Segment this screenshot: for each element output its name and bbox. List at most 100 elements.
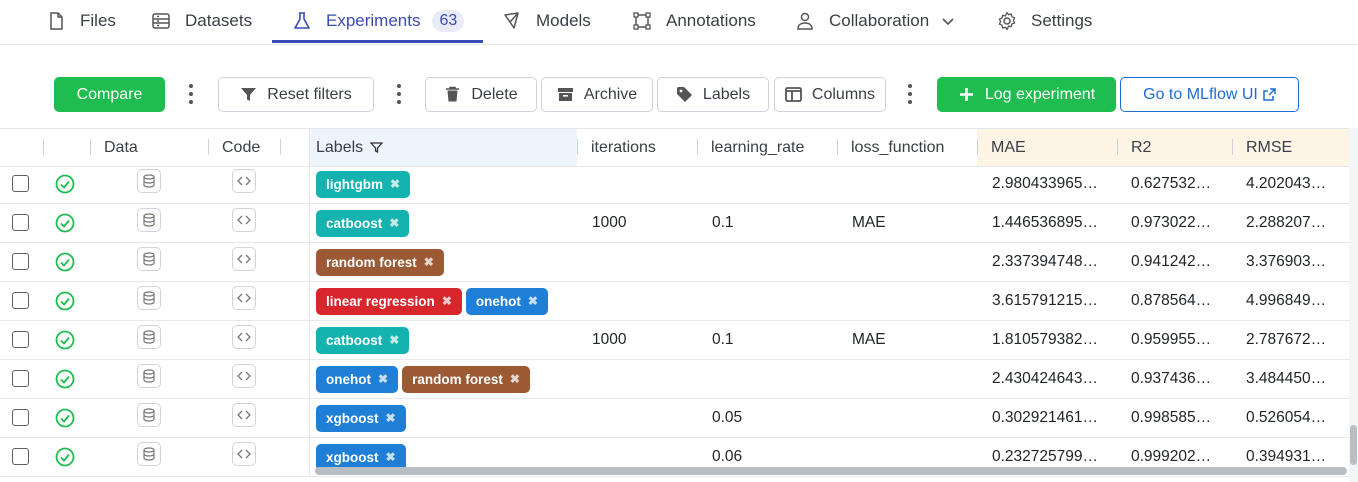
mlflow-link-button[interactable]: Go to MLflow UI: [1120, 77, 1299, 112]
cell-mae: 2.980433965…: [992, 175, 1099, 192]
table-row[interactable]: linear regression ✖ onehot ✖ 3.615791215… 0.8…: [0, 282, 1358, 321]
nav-settings[interactable]: Settings: [997, 0, 1092, 42]
row-checkbox[interactable]: [12, 370, 29, 387]
archive-label: Archive: [583, 85, 638, 103]
dataset-icon[interactable]: [137, 208, 161, 232]
dataset-icon[interactable]: [137, 364, 161, 388]
nav-experiments[interactable]: Experiments 63: [292, 0, 465, 42]
code-icon[interactable]: [232, 247, 256, 271]
row-checkbox[interactable]: [12, 331, 29, 348]
archive-button[interactable]: Archive: [541, 77, 653, 112]
remove-label-icon[interactable]: ✖: [424, 255, 434, 269]
nav-datasets[interactable]: Datasets: [151, 0, 252, 42]
more-options-icon[interactable]: [907, 84, 913, 104]
remove-label-icon[interactable]: ✖: [378, 372, 388, 386]
cell-iterations: 1000: [592, 331, 627, 348]
column-divider[interactable]: [208, 139, 209, 155]
label-tag[interactable]: catboost ✖: [316, 209, 410, 237]
column-divider[interactable]: [43, 139, 44, 155]
code-icon[interactable]: [232, 325, 256, 349]
code-icon[interactable]: [232, 364, 256, 388]
more-options-icon[interactable]: [396, 84, 402, 104]
remove-label-icon[interactable]: ✖: [442, 294, 452, 308]
header-code-label: Code: [222, 138, 261, 156]
column-divider[interactable]: [697, 139, 698, 155]
header-loss-function-label: loss_function: [851, 138, 945, 156]
row-checkbox[interactable]: [12, 448, 29, 465]
table-row[interactable]: lightgbm ✖ 2.980433965… 0.627532… 4.202043…: [0, 165, 1358, 204]
dataset-icon[interactable]: [137, 286, 161, 310]
label-tag[interactable]: catboost ✖: [316, 326, 410, 354]
code-icon[interactable]: [232, 442, 256, 466]
remove-label-icon[interactable]: ✖: [510, 372, 520, 386]
code-icon[interactable]: [232, 403, 256, 427]
column-divider[interactable]: [90, 139, 91, 155]
dataset-icon[interactable]: [137, 247, 161, 271]
label-tag[interactable]: random forest ✖: [316, 248, 444, 276]
row-checkbox[interactable]: [12, 175, 29, 192]
code-icon[interactable]: [232, 208, 256, 232]
header-learning-rate[interactable]: learning_rate: [697, 129, 837, 166]
reset-filters-button[interactable]: Reset filters: [218, 77, 374, 112]
row-checkbox[interactable]: [12, 214, 29, 231]
nav-collaboration[interactable]: Collaboration: [795, 0, 955, 42]
log-experiment-button[interactable]: Log experiment: [937, 77, 1116, 112]
columns-button[interactable]: Columns: [774, 77, 886, 112]
header-labels[interactable]: Labels: [309, 129, 577, 166]
header-mae[interactable]: MAE: [977, 129, 1117, 166]
header-loss-function[interactable]: loss_function: [837, 129, 977, 166]
nav-files[interactable]: Files: [46, 0, 116, 42]
dataset-icon[interactable]: [137, 403, 161, 427]
remove-label-icon[interactable]: ✖: [528, 294, 538, 308]
code-icon[interactable]: [232, 286, 256, 310]
file-icon: [50, 12, 63, 30]
mlflow-label: Go to MLflow UI: [1143, 85, 1258, 103]
dataset-icon[interactable]: [137, 442, 161, 466]
header-code[interactable]: Code: [208, 129, 308, 166]
table-row[interactable]: catboost ✖ 1000 0.1 MAE 1.810579382… 0.959955……: [0, 321, 1358, 360]
dataset-icon[interactable]: [137, 325, 161, 349]
row-checkbox[interactable]: [12, 409, 29, 426]
labels-button[interactable]: Labels: [657, 77, 769, 112]
compare-button[interactable]: Compare: [54, 77, 165, 112]
more-options-icon[interactable]: [188, 84, 194, 104]
remove-label-icon[interactable]: ✖: [386, 450, 396, 464]
label-tag[interactable]: xgboost ✖: [316, 404, 406, 432]
dataset-icon[interactable]: [137, 169, 161, 193]
remove-label-icon[interactable]: ✖: [390, 177, 400, 191]
nav-annotations[interactable]: Annotations: [632, 0, 756, 42]
remove-label-icon[interactable]: ✖: [386, 411, 396, 425]
remove-label-icon[interactable]: ✖: [389, 216, 399, 230]
column-divider[interactable]: [977, 139, 978, 155]
vertical-scrollbar[interactable]: [1350, 425, 1357, 465]
status-success-icon: [55, 213, 75, 233]
users-icon: [797, 12, 813, 30]
row-checkbox[interactable]: [12, 292, 29, 309]
cell-rmse: 2.787672…: [1246, 331, 1327, 348]
header-data[interactable]: Data: [90, 129, 208, 166]
table-row[interactable]: random forest ✖ 2.337394748… 0.941242… 3.376…: [0, 243, 1358, 282]
column-divider[interactable]: [1232, 139, 1233, 155]
code-icon[interactable]: [232, 169, 256, 193]
table-row[interactable]: xgboost ✖ 0.05 0.302921461… 0.998585… 0.52605…: [0, 399, 1358, 438]
horizontal-scrollbar[interactable]: [315, 467, 1347, 475]
header-r2[interactable]: R2: [1117, 129, 1232, 166]
table-row[interactable]: onehot ✖ random forest ✖ 2.430424643… 0.93743…: [0, 360, 1358, 399]
remove-label-icon[interactable]: ✖: [389, 333, 399, 347]
label-tag[interactable]: linear regression ✖: [316, 287, 462, 315]
label-tag[interactable]: random forest ✖: [402, 365, 530, 393]
label-tag[interactable]: lightgbm ✖: [316, 170, 411, 198]
filter-icon[interactable]: [370, 141, 384, 154]
column-divider[interactable]: [1117, 139, 1118, 155]
delete-button[interactable]: Delete: [425, 77, 537, 112]
column-divider[interactable]: [577, 139, 578, 155]
row-checkbox[interactable]: [12, 253, 29, 270]
column-divider[interactable]: [837, 139, 838, 155]
nav-models[interactable]: Models: [502, 0, 591, 42]
label-tag[interactable]: onehot ✖: [465, 287, 548, 315]
column-divider[interactable]: [280, 139, 281, 155]
header-rmse[interactable]: RMSE: [1232, 129, 1349, 166]
table-row[interactable]: catboost ✖ 1000 0.1 MAE 1.446536895… 0.973022……: [0, 204, 1358, 243]
label-tag[interactable]: onehot ✖: [316, 365, 399, 393]
header-iterations[interactable]: iterations: [577, 129, 697, 166]
